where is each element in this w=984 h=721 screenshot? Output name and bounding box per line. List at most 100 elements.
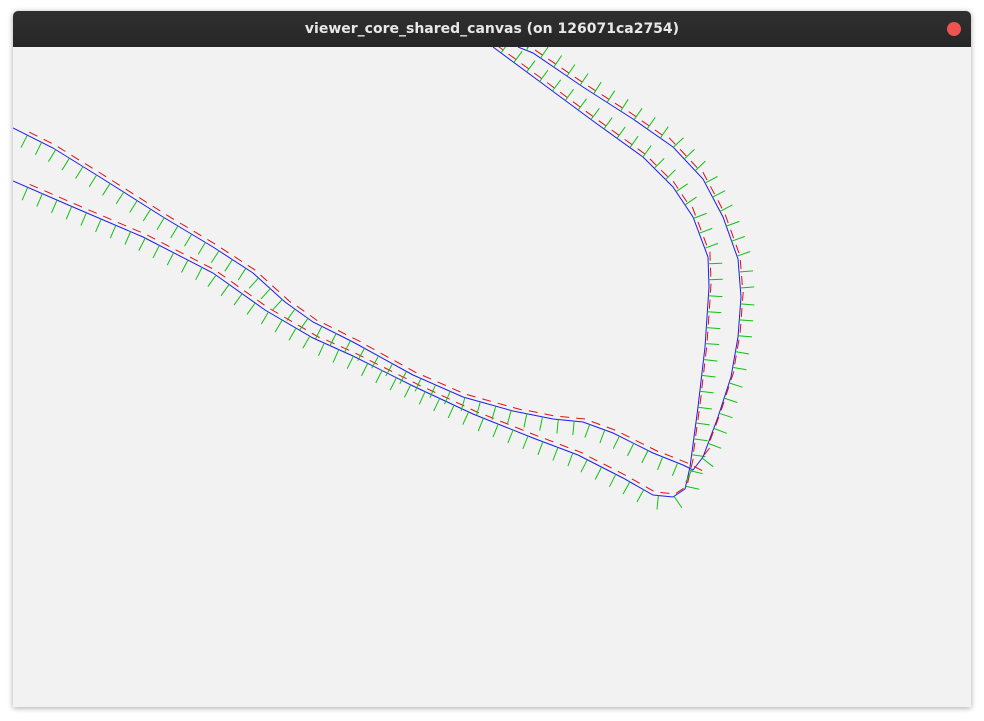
outer-normal-tick <box>672 137 684 148</box>
outer-normal-tick <box>272 299 283 311</box>
outer-normal-tick <box>115 191 125 205</box>
outer-heading-tick <box>668 137 676 145</box>
outer-heading-tick <box>57 146 66 152</box>
inner-normal-tick <box>539 69 549 82</box>
inner-heading-tick <box>243 290 252 297</box>
inner-normal-tick <box>332 349 340 363</box>
inner-normal-tick <box>318 342 325 357</box>
inner-normal-tick <box>36 193 43 207</box>
inner-heading-tick <box>189 256 199 262</box>
outer-normal-tick <box>343 340 351 354</box>
outer-normal-tick <box>694 160 706 172</box>
inner-normal-tick <box>138 237 146 251</box>
inner-normal-tick <box>95 218 102 233</box>
inner-heading-tick <box>624 138 633 146</box>
inner-normal-tick <box>707 311 722 314</box>
inner-normal-tick <box>274 319 283 333</box>
outer-normal-tick <box>540 47 549 59</box>
outer-normal-tick <box>506 410 512 425</box>
inner-heading-tick <box>603 463 612 469</box>
outer-normal-tick <box>671 462 679 476</box>
inner-heading-tick <box>701 379 704 389</box>
inner-heading-tick <box>611 129 620 136</box>
inner-heading-tick <box>706 331 709 341</box>
outer-heading-tick <box>679 459 689 464</box>
inner-normal-tick <box>537 441 544 455</box>
inner-heading-tick <box>546 82 555 89</box>
outer-heading-tick <box>309 314 318 322</box>
inner-heading-tick <box>690 458 694 468</box>
inner-normal-tick <box>699 390 714 394</box>
outer-normal-tick <box>75 166 84 179</box>
shared-canvas[interactable] <box>13 47 971 707</box>
outer-heading-tick <box>649 447 659 452</box>
outer-normal-tick <box>553 55 563 68</box>
inner-normal-tick <box>195 267 203 281</box>
outer-normal-tick <box>738 335 753 338</box>
inner-normal-tick <box>361 363 369 377</box>
outer-heading-tick <box>717 200 723 209</box>
outer-normal-tick <box>657 456 664 471</box>
outer-heading-tick <box>29 131 38 137</box>
outer-normal-tick <box>728 382 743 388</box>
inner-normal-tick <box>288 327 297 341</box>
outer-normal-tick <box>47 149 57 162</box>
inner-normal-tick <box>653 158 665 169</box>
inner-heading-tick <box>270 308 279 314</box>
outer-heading-tick <box>193 230 202 237</box>
outer-heading-tick <box>591 421 601 426</box>
inner-normal-tick <box>346 355 354 369</box>
outer-heading-tick <box>84 163 93 169</box>
inner-heading-tick <box>637 148 646 155</box>
outer-heading-tick <box>576 417 586 420</box>
inner-heading-tick <box>132 228 141 233</box>
outer-heading-tick <box>422 375 432 380</box>
outer-heading-tick <box>628 111 637 118</box>
inner-heading-tick <box>709 283 712 293</box>
inner-normal-tick <box>665 169 676 180</box>
inner-normal-tick <box>246 302 256 315</box>
inner-normal-tick <box>564 88 575 101</box>
inner-normal-tick <box>477 418 484 432</box>
outer-normal-tick <box>659 126 669 139</box>
inner-normal-tick <box>389 377 397 391</box>
outer-heading-tick <box>739 259 742 270</box>
outer-heading-tick <box>587 85 596 92</box>
outer-heading-tick <box>234 256 243 262</box>
outer-normal-tick <box>286 308 296 321</box>
outer-normal-tick <box>129 200 138 213</box>
inner-heading-tick <box>697 411 700 421</box>
outer-heading-tick <box>138 197 148 203</box>
outer-normal-tick <box>584 424 591 438</box>
inner-heading-tick <box>645 486 654 492</box>
inner-normal-tick <box>260 311 269 325</box>
inner-normal-tick <box>693 438 708 442</box>
outer-heading-tick <box>179 222 188 229</box>
inner-heading-tick <box>326 339 335 345</box>
inner-heading-tick <box>58 196 68 202</box>
inner-normal-tick <box>703 359 718 362</box>
title-bar[interactable]: viewer_core_shared_canvas (on 126071ca27… <box>13 11 971 47</box>
inner-normal-tick <box>706 327 721 330</box>
inner-heading-tick <box>340 346 350 351</box>
outer-heading-tick <box>664 453 674 458</box>
inner-heading-tick <box>572 101 581 108</box>
inner-heading-tick <box>693 442 696 452</box>
outer-normal-tick <box>579 73 589 86</box>
outer-normal-tick <box>61 157 70 171</box>
inner-normal-tick <box>507 429 514 444</box>
outer-heading-tick <box>466 394 476 398</box>
inner-heading-tick <box>529 432 539 437</box>
outer-heading-tick <box>98 171 107 178</box>
outer-heading-tick <box>709 186 716 195</box>
outer-heading-tick <box>394 360 403 366</box>
outer-normal-tick <box>739 319 754 322</box>
inner-normal-tick <box>220 284 230 297</box>
outer-normal-tick <box>476 401 481 416</box>
outer-normal-tick <box>606 90 616 103</box>
outer-heading-tick <box>735 244 740 254</box>
outer-normal-tick <box>593 81 602 95</box>
outer-normal-tick <box>102 183 111 196</box>
inner-normal-tick <box>697 406 712 410</box>
close-icon[interactable] <box>947 22 961 36</box>
